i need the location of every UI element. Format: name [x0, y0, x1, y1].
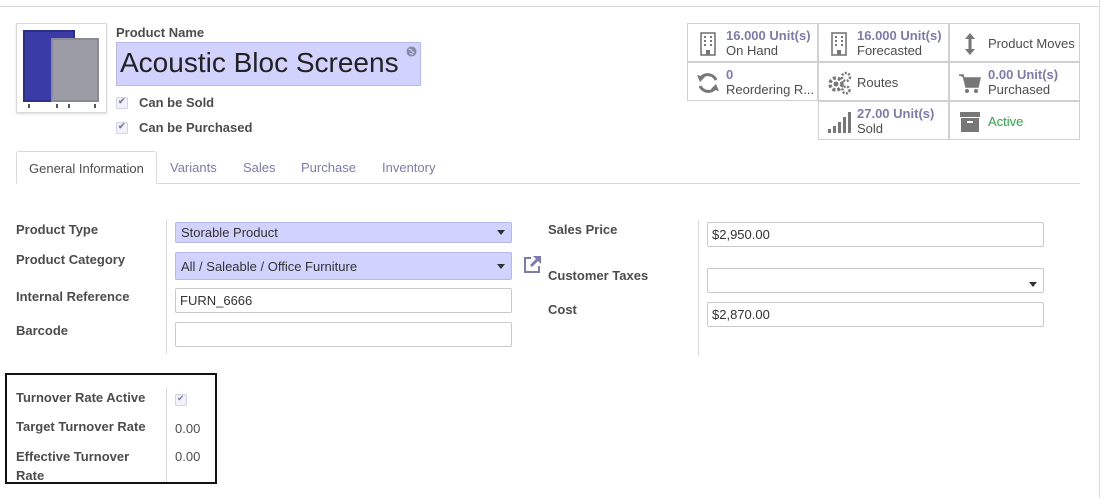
chevron-down-icon	[497, 230, 505, 235]
left-column-separator	[166, 220, 167, 354]
top-frame	[0, 0, 1100, 7]
tab-general-information[interactable]: General Information	[16, 151, 157, 184]
on-hand-unit: Unit(s)	[769, 28, 811, 43]
right-frame	[1099, 0, 1100, 498]
sales-price-label: Sales Price	[548, 222, 618, 237]
sold-value: 27.00	[857, 106, 890, 121]
purchased-value: 0.00	[988, 67, 1014, 82]
purchased-unit: Unit(s)	[1016, 67, 1059, 82]
effective-turnover-rate-label: Effective Turnover Rate	[16, 447, 129, 485]
sold-label: Sold	[857, 121, 884, 136]
cart-icon	[959, 74, 981, 93]
cost-label: Cost	[548, 302, 577, 317]
on-hand-value: 16.000	[726, 28, 766, 43]
reordering-rules-button[interactable]: 0 Reordering R...	[687, 62, 818, 101]
on-hand-label: On Hand	[726, 43, 779, 58]
can-be-purchased-label: Can be Purchased	[139, 120, 253, 136]
product-name-value: Acoustic Bloc Screens	[120, 47, 399, 78]
reordering-label: Reordering R...	[726, 82, 815, 97]
product-category-select[interactable]: All / Saleable / Office Furniture	[175, 252, 512, 280]
routes-label: Routes	[857, 75, 899, 90]
forecasted-unit: Unit(s)	[900, 28, 942, 43]
can-be-sold-row[interactable]: Can be Sold	[116, 94, 214, 110]
building-icon	[831, 32, 847, 56]
tab-purchase[interactable]: Purchase	[289, 151, 368, 184]
sold-button[interactable]: 27.00 Unit(s) Sold	[818, 101, 949, 140]
product-type-select[interactable]: Storable Product	[175, 222, 512, 243]
internal-reference-input[interactable]: FURN_6666	[175, 288, 512, 313]
active-label: Active	[988, 114, 1024, 129]
cost-input[interactable]: $2,870.00	[707, 302, 1044, 327]
product-type-value: Storable Product	[181, 225, 278, 240]
effective-turnover-rate-value: 0.00	[175, 449, 201, 464]
can-be-sold-label: Can be Sold	[139, 95, 215, 111]
effective-turnover-label-line2: Rate	[16, 468, 45, 483]
target-turnover-rate-label: Target Turnover Rate	[16, 419, 146, 434]
sold-unit: Unit(s)	[893, 106, 935, 121]
sales-price-value: $2,950.00	[712, 227, 770, 242]
internal-reference-label: Internal Reference	[16, 289, 130, 304]
chevron-down-icon	[1029, 282, 1037, 287]
tab-inventory[interactable]: Inventory	[370, 151, 447, 184]
product-moves-label: Product Moves	[988, 36, 1075, 51]
tab-sales[interactable]: Sales	[231, 151, 288, 184]
sales-price-input[interactable]: $2,950.00	[707, 222, 1044, 247]
can-be-purchased-row[interactable]: Can be Purchased	[116, 119, 252, 135]
product-moves-button[interactable]: Product Moves	[949, 23, 1080, 62]
gears-icon	[828, 71, 852, 95]
product-type-label: Product Type	[16, 222, 99, 237]
product-category-value: All / Saleable / Office Furniture	[181, 259, 358, 274]
external-link-icon[interactable]	[522, 254, 543, 275]
globe-icon[interactable]	[406, 46, 417, 57]
signal-bars-icon	[828, 112, 851, 133]
cost-value: $2,870.00	[712, 307, 770, 322]
purchased-button[interactable]: 0.00 Unit(s) Purchased	[949, 62, 1080, 101]
turnover-rate-active-label: Turnover Rate Active	[16, 390, 146, 405]
product-name-label: Product Name	[116, 25, 205, 40]
active-toggle-button[interactable]: Active	[949, 101, 1080, 140]
can-be-sold-checkbox[interactable]	[116, 96, 128, 109]
customer-taxes-select[interactable]	[707, 268, 1044, 293]
customer-taxes-label: Customer Taxes	[548, 268, 649, 283]
barcode-input[interactable]	[175, 322, 512, 347]
forecasted-value: 16.000	[857, 28, 897, 43]
refresh-icon	[697, 73, 719, 93]
product-category-label: Product Category	[16, 252, 126, 267]
right-column-separator	[698, 220, 699, 356]
chevron-down-icon	[497, 264, 505, 269]
turnover-separator	[166, 388, 167, 482]
smart-buttons: 16.000 Unit(s) On Hand 16.000 Unit(s) Fore…	[687, 23, 1081, 141]
archive-icon	[960, 112, 980, 132]
routes-button[interactable]: Routes	[818, 62, 949, 101]
barcode-label: Barcode	[16, 323, 69, 338]
target-turnover-rate-value: 0.00	[175, 421, 201, 436]
tab-variants[interactable]: Variants	[158, 151, 229, 184]
forecasted-label: Forecasted	[857, 43, 923, 58]
forecasted-button[interactable]: 16.000 Unit(s) Forecasted	[818, 23, 949, 62]
product-name-input[interactable]: Acoustic Bloc Screens	[116, 42, 421, 86]
effective-turnover-label-line1: Effective Turnover	[16, 449, 130, 464]
reordering-value: 0	[726, 67, 734, 82]
notebook-tabs: General Information Variants Sales Purch…	[16, 151, 1080, 184]
on-hand-button[interactable]: 16.000 Unit(s) On Hand	[687, 23, 818, 62]
up-down-arrow-icon	[965, 33, 975, 55]
internal-reference-value: FURN_6666	[180, 293, 253, 308]
purchased-label: Purchased	[988, 82, 1051, 97]
acoustic-screen-illustration	[23, 30, 99, 108]
turnover-rate-active-checkbox[interactable]	[175, 393, 187, 406]
product-image[interactable]	[16, 23, 107, 113]
building-icon	[700, 32, 716, 56]
can-be-purchased-checkbox[interactable]	[116, 121, 128, 134]
